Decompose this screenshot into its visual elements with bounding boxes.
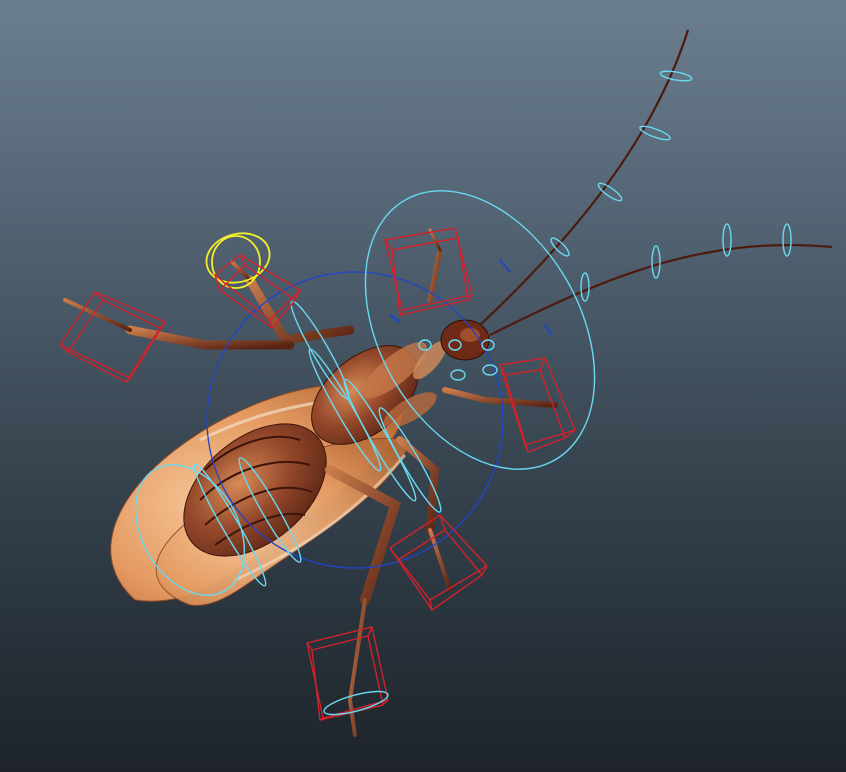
foot-ring-hind-left[interactable] <box>322 687 390 720</box>
antennae <box>479 29 833 336</box>
front-left-leg-ring[interactable] <box>201 227 275 290</box>
scene-canvas[interactable] <box>0 0 846 772</box>
head <box>440 319 490 361</box>
antenna-controls[interactable] <box>549 69 792 302</box>
ik-box-hind-right[interactable] <box>388 514 489 611</box>
3d-viewport[interactable] <box>0 0 846 772</box>
ik-box-hind-left[interactable] <box>306 626 389 721</box>
